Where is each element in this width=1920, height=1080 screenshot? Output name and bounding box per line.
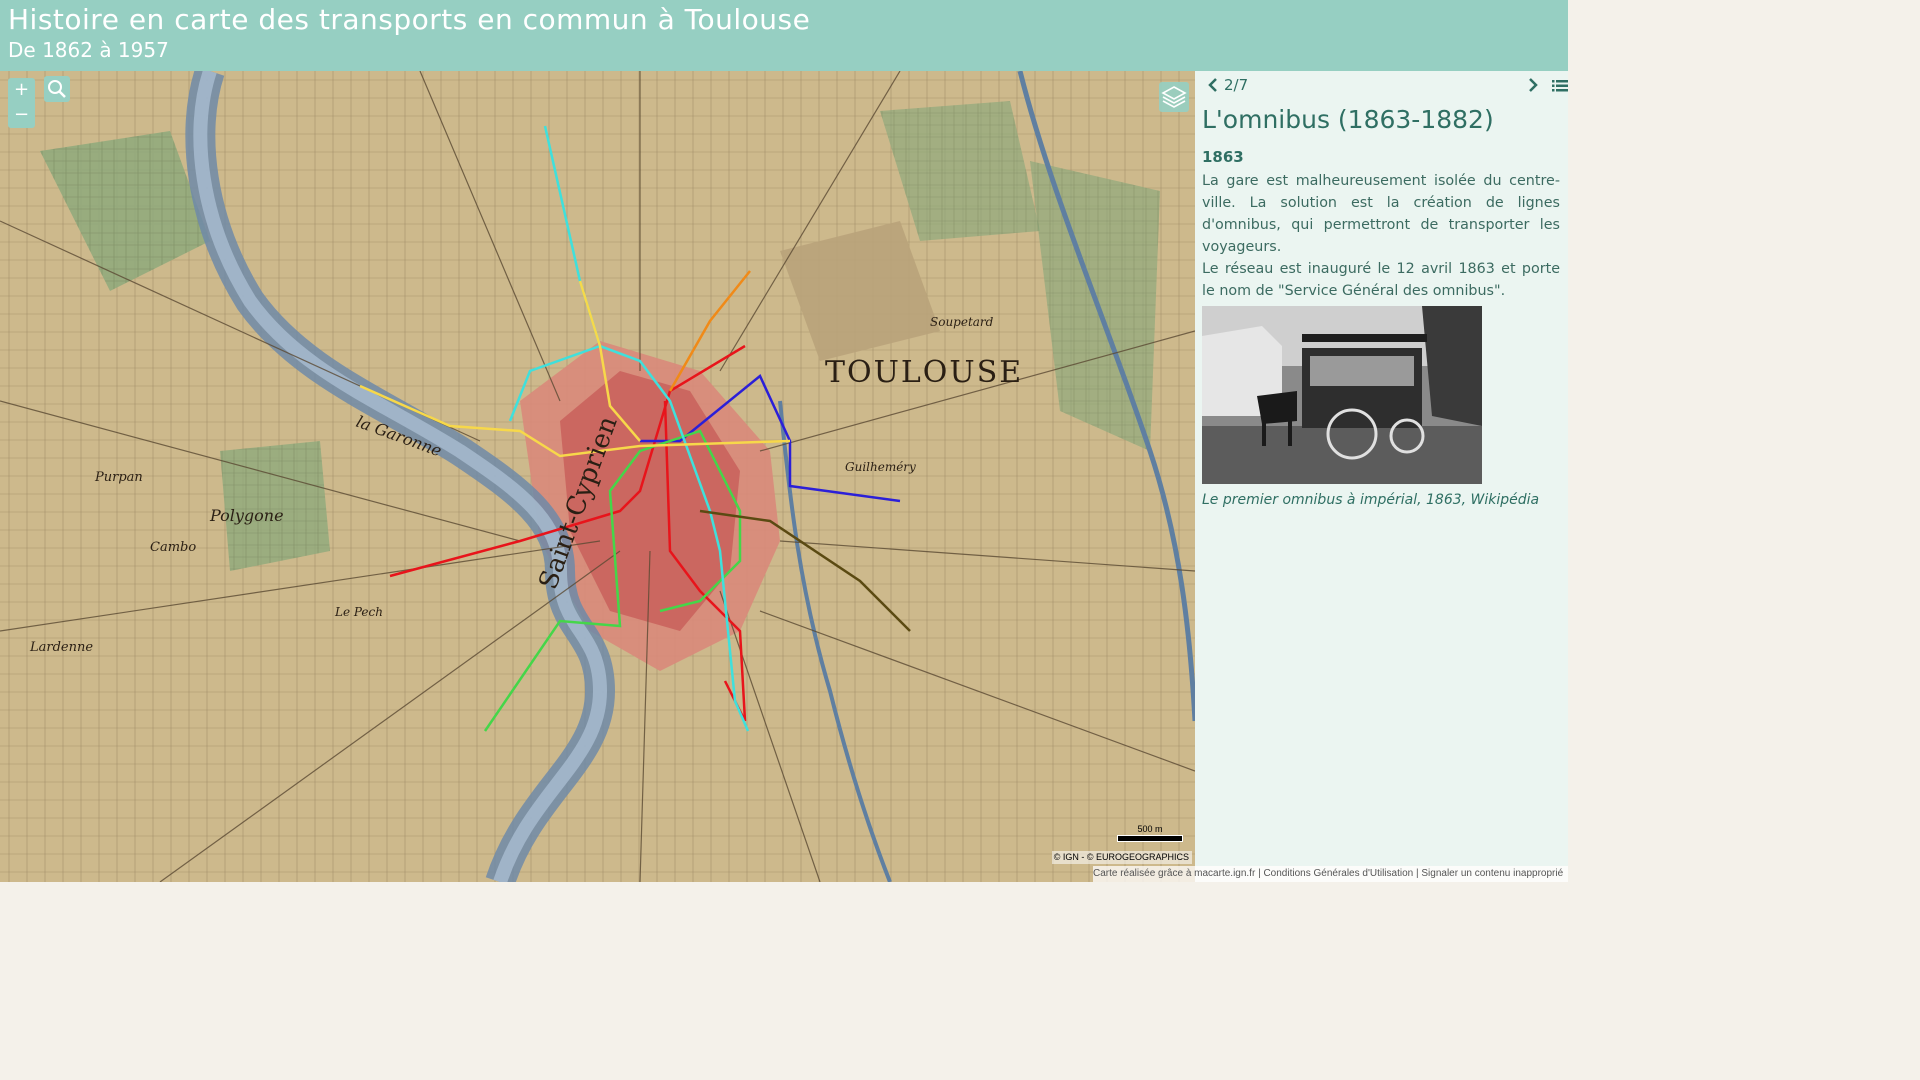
scale-bar <box>1117 835 1183 842</box>
omnibus-photo[interactable] <box>1202 306 1482 484</box>
page-title: Histoire en carte des transports en comm… <box>8 3 811 36</box>
omnibus-image <box>1202 306 1482 484</box>
chevron-right-icon[interactable] <box>1528 77 1538 93</box>
map-label-soupetard: Soupetard <box>930 315 994 329</box>
list-icon[interactable] <box>1552 79 1568 93</box>
zoom-out-button[interactable]: − <box>8 103 35 128</box>
story-year: 1863 <box>1202 148 1244 166</box>
map-label-toulouse: TOULOUSE <box>825 355 1023 390</box>
story-navigation: 2/7 <box>1202 71 1568 101</box>
story-paragraph: La gare est malheureusement isolée du ce… <box>1202 173 1560 255</box>
zoom-in-button[interactable]: + <box>8 78 35 103</box>
photo-caption: Le premier omnibus à impérial, 1863, Wik… <box>1202 492 1540 508</box>
map-label-lardenne: Lardenne <box>29 640 93 655</box>
page-indicator: 2/7 <box>1224 76 1249 94</box>
page-subtitle: De 1862 à 1957 <box>8 38 169 62</box>
map-label-pech: Le Pech <box>334 605 383 619</box>
layers-button[interactable] <box>1159 82 1189 112</box>
layers-icon <box>1159 82 1189 112</box>
search-icon <box>48 80 66 98</box>
scale-label: 500 m <box>1137 824 1163 834</box>
footer-links[interactable]: Carte réalisée grâce à macarte.ign.fr | … <box>1093 866 1568 882</box>
historical-map[interactable]: TOULOUSE la Garonne Polygone Cambo Purpa… <box>0 71 1195 882</box>
story-title: L'omnibus (1863-1882) <box>1202 105 1494 134</box>
zoom-control: + − <box>8 78 35 128</box>
story-panel: 2/7 L'omnibus (1863-1882) 1863 La gare e… <box>1195 71 1568 866</box>
map-attribution: © IGN - © EUROGEOGRAPHICS <box>1052 851 1192 864</box>
app-header: Histoire en carte des transports en comm… <box>0 0 1568 71</box>
map-label-polygone: Polygone <box>209 506 284 525</box>
map-search-button[interactable] <box>44 76 70 102</box>
map-view[interactable]: TOULOUSE la Garonne Polygone Cambo Purpa… <box>0 71 1195 882</box>
chevron-left-icon[interactable] <box>1208 77 1218 93</box>
map-label-cambo: Cambo <box>150 540 196 555</box>
story-paragraph: Le réseau est inauguré le 12 avril 1863 … <box>1202 261 1560 299</box>
map-label-guilhemery: Guilheméry <box>845 460 916 474</box>
map-scale: 500 m <box>1115 824 1185 844</box>
map-label-purpan: Purpan <box>94 470 143 485</box>
